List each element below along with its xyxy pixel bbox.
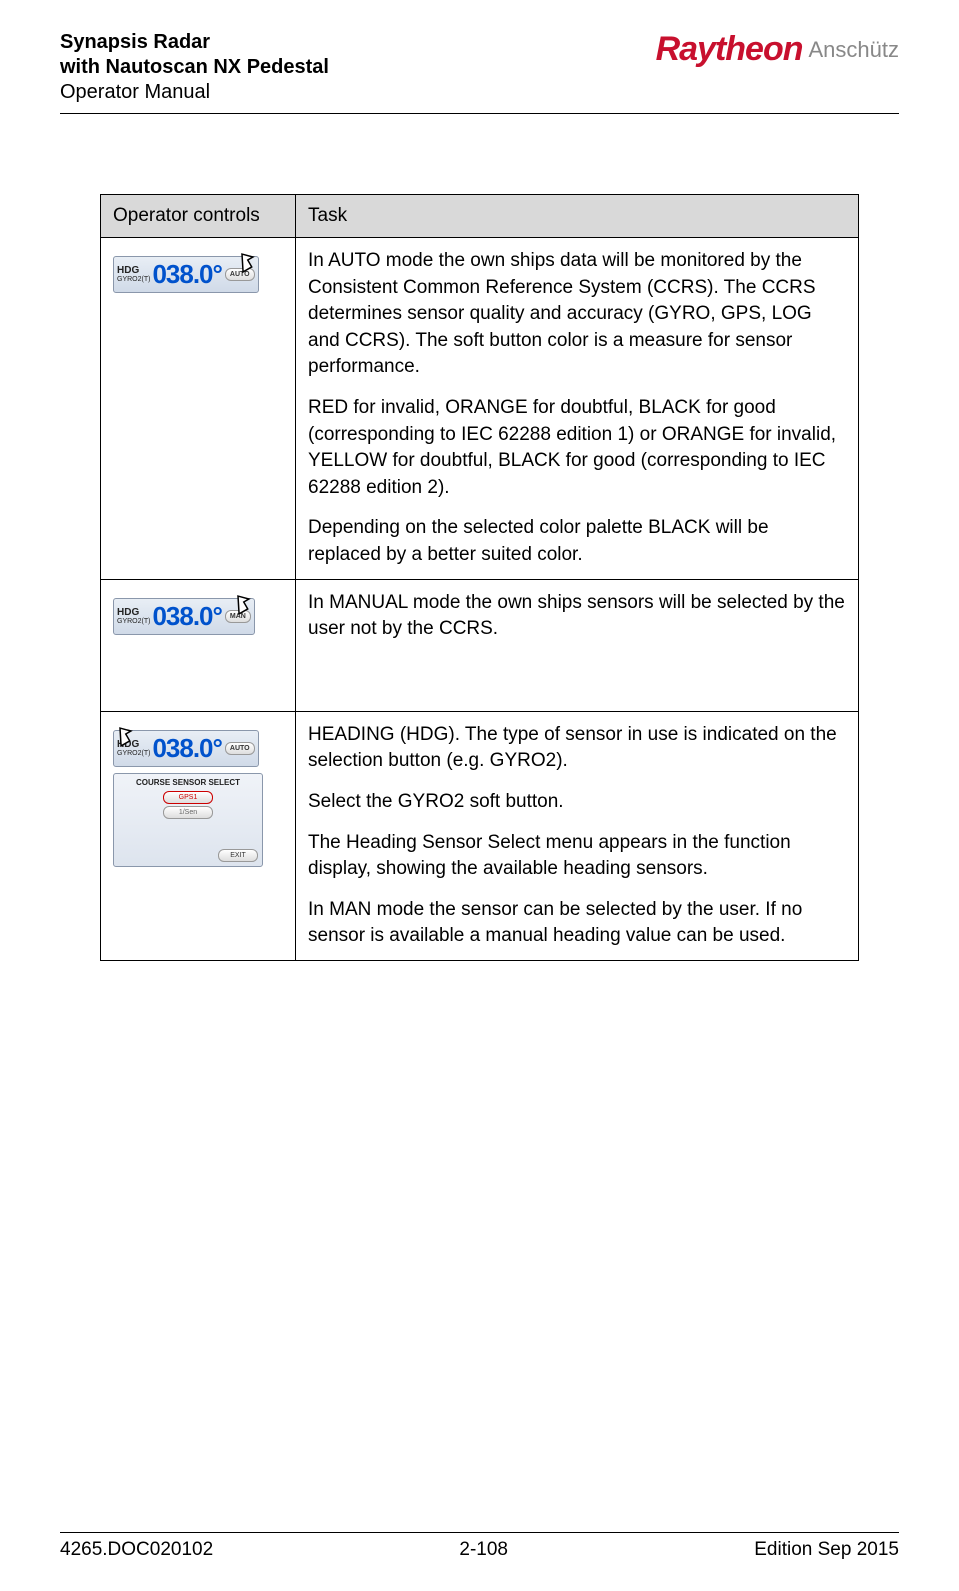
title-line-2: with Nautoscan NX Pedestal (60, 55, 329, 80)
task-cell: In MANUAL mode the own ships sensors wil… (296, 579, 859, 711)
footer-row: 4265.DOC020102 2-108 Edition Sep 2015 (60, 1539, 899, 1561)
task-text: RED for invalid, ORANGE for doubtful, BL… (308, 395, 846, 501)
table-row: HDG GYRO2(T) 038.0° AUTO COURSE SENSOR S… (101, 711, 859, 960)
task-text: The Heading Sensor Select menu appears i… (308, 830, 846, 883)
menu-option-sensor[interactable]: 1/Sen (163, 806, 213, 819)
task-text: In MAN mode the sensor can be selected b… (308, 897, 846, 950)
table-row: HDG GYRO2(T) 038.0° MAN In MANUAL mode t… (101, 579, 859, 711)
main-content: Operator controls Task HDG GYRO2(T) 038.… (60, 194, 899, 961)
hdg-label-stack: HDG GYRO2(T) (117, 608, 150, 625)
task-text: Depending on the selected color palette … (308, 515, 846, 568)
task-text: HEADING (HDG). The type of sensor in use… (308, 722, 846, 775)
page-footer: 4265.DOC020102 2-108 Edition Sep 2015 (60, 1532, 899, 1561)
course-sensor-select-menu: COURSE SENSOR SELECT GPS1 1/Sen EXIT (113, 773, 263, 867)
cursor-icon (234, 249, 258, 279)
hdg-label: HDG (117, 608, 150, 618)
th-task: Task (296, 195, 859, 238)
operator-table: Operator controls Task HDG GYRO2(T) 038.… (100, 194, 859, 961)
page-header: Synapsis Radar with Nautoscan NX Pedesta… (60, 30, 899, 105)
brand-logo: Raytheon Anschütz (656, 30, 899, 69)
cursor-icon (230, 591, 254, 621)
controls-cell: HDG GYRO2(T) 038.0° AUTO COURSE SENSOR S… (101, 711, 296, 960)
header-title-block: Synapsis Radar with Nautoscan NX Pedesta… (60, 30, 329, 105)
controls-cell: HDG GYRO2(T) 038.0° MAN (101, 579, 296, 711)
edition: Edition Sep 2015 (754, 1539, 899, 1561)
title-line-1: Synapsis Radar (60, 30, 329, 55)
table-row: HDG GYRO2(T) 038.0° AUTO In AUTO mode th… (101, 238, 859, 580)
cursor-icon (112, 723, 136, 753)
brand-main: Raytheon (656, 30, 803, 69)
hdg-value: 038.0° (152, 601, 221, 632)
controls-cell: HDG GYRO2(T) 038.0° AUTO (101, 238, 296, 580)
mode-button-auto[interactable]: AUTO (225, 742, 255, 755)
task-cell: In AUTO mode the own ships data will be … (296, 238, 859, 580)
header-divider (60, 113, 899, 114)
th-operator-controls: Operator controls (101, 195, 296, 238)
gyro-label: GYRO2(T) (117, 276, 150, 283)
menu-title: COURSE SENSOR SELECT (118, 778, 258, 787)
task-text: In MANUAL mode the own ships sensors wil… (308, 590, 846, 643)
task-text: In AUTO mode the own ships data will be … (308, 248, 846, 381)
hdg-value: 038.0° (152, 733, 221, 764)
doc-id: 4265.DOC020102 (60, 1539, 213, 1561)
hdg-label: HDG (117, 266, 150, 276)
task-text: Select the GYRO2 soft button. (308, 789, 846, 816)
menu-option-gps1[interactable]: GPS1 (163, 791, 213, 804)
hdg-value: 038.0° (152, 259, 221, 290)
menu-exit-row: EXIT (118, 849, 258, 862)
hdg-label-stack: HDG GYRO2(T) (117, 266, 150, 283)
page-number: 2-108 (459, 1539, 508, 1561)
exit-button[interactable]: EXIT (218, 849, 258, 862)
gyro-label: GYRO2(T) (117, 618, 150, 625)
subtitle: Operator Manual (60, 80, 329, 105)
task-cell: HEADING (HDG). The type of sensor in use… (296, 711, 859, 960)
footer-divider (60, 1532, 899, 1533)
brand-sub: Anschütz (809, 37, 900, 63)
